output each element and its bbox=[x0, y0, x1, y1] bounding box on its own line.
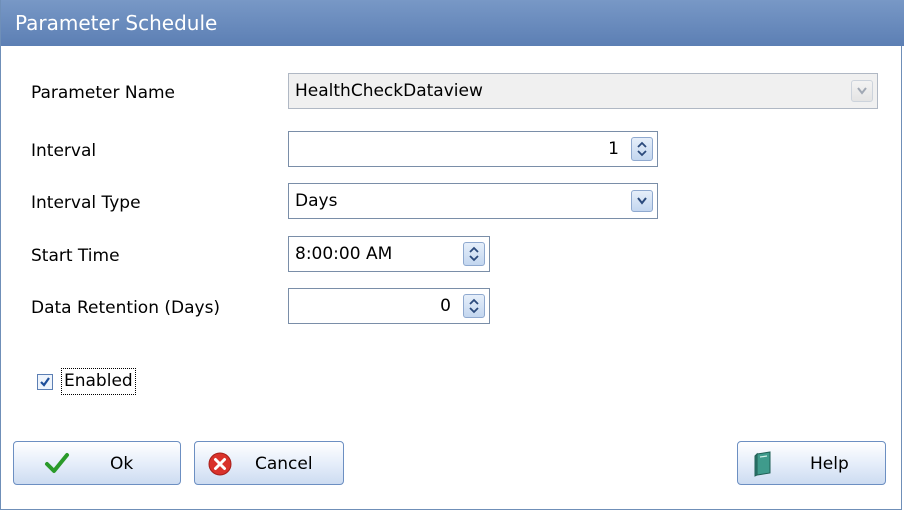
interval-type-select[interactable]: Days bbox=[288, 183, 658, 219]
data-retention-spin-button[interactable] bbox=[463, 294, 485, 318]
start-time-spin-button[interactable] bbox=[463, 242, 485, 266]
data-retention-value: 0 bbox=[440, 296, 451, 316]
parameter-name-combobox: HealthCheckDataview bbox=[288, 73, 878, 109]
checkmark-icon bbox=[45, 453, 69, 473]
enabled-checkbox[interactable] bbox=[37, 374, 53, 390]
help-button-label: Help bbox=[810, 454, 849, 474]
interval-value: 1 bbox=[608, 139, 619, 159]
up-down-arrows-icon bbox=[637, 141, 647, 157]
interval-spin-field[interactable]: 1 bbox=[288, 131, 658, 167]
interval-spin-button[interactable] bbox=[631, 137, 653, 161]
ok-button-label: Ok bbox=[110, 454, 134, 474]
parameter-name-label: Parameter Name bbox=[31, 83, 176, 103]
interval-label: Interval bbox=[31, 141, 97, 161]
title-bar[interactable]: Parameter Schedule bbox=[1, 0, 904, 46]
parameter-name-dropdown-button bbox=[851, 80, 873, 102]
cancel-icon bbox=[208, 452, 232, 476]
start-time-label: Start Time bbox=[31, 246, 120, 266]
help-button[interactable]: Help bbox=[737, 441, 886, 485]
up-down-arrows-icon bbox=[469, 298, 479, 314]
enabled-checkbox-label[interactable]: Enabled bbox=[61, 368, 136, 395]
chevron-down-icon bbox=[637, 197, 647, 205]
cancel-button[interactable]: Cancel bbox=[194, 441, 344, 485]
interval-type-value: Days bbox=[295, 191, 338, 211]
ok-button[interactable]: Ok bbox=[13, 441, 181, 485]
window-title: Parameter Schedule bbox=[15, 11, 218, 35]
data-retention-spin-field[interactable]: 0 bbox=[288, 288, 490, 324]
up-down-arrows-icon bbox=[469, 246, 479, 262]
interval-type-dropdown-button[interactable] bbox=[631, 190, 653, 212]
help-book-icon bbox=[754, 451, 771, 477]
interval-type-label: Interval Type bbox=[31, 193, 141, 213]
dialog-window: Parameter Schedule Parameter Name Health… bbox=[0, 0, 904, 510]
data-retention-label: Data Retention (Days) bbox=[31, 298, 221, 318]
parameter-name-value: HealthCheckDataview bbox=[295, 81, 483, 101]
checkmark-icon bbox=[40, 377, 50, 387]
cancel-button-label: Cancel bbox=[255, 454, 313, 474]
start-time-field[interactable]: 8:00:00 AM bbox=[288, 236, 490, 272]
start-time-value: 8:00:00 AM bbox=[295, 244, 393, 264]
chevron-down-icon bbox=[857, 87, 867, 95]
